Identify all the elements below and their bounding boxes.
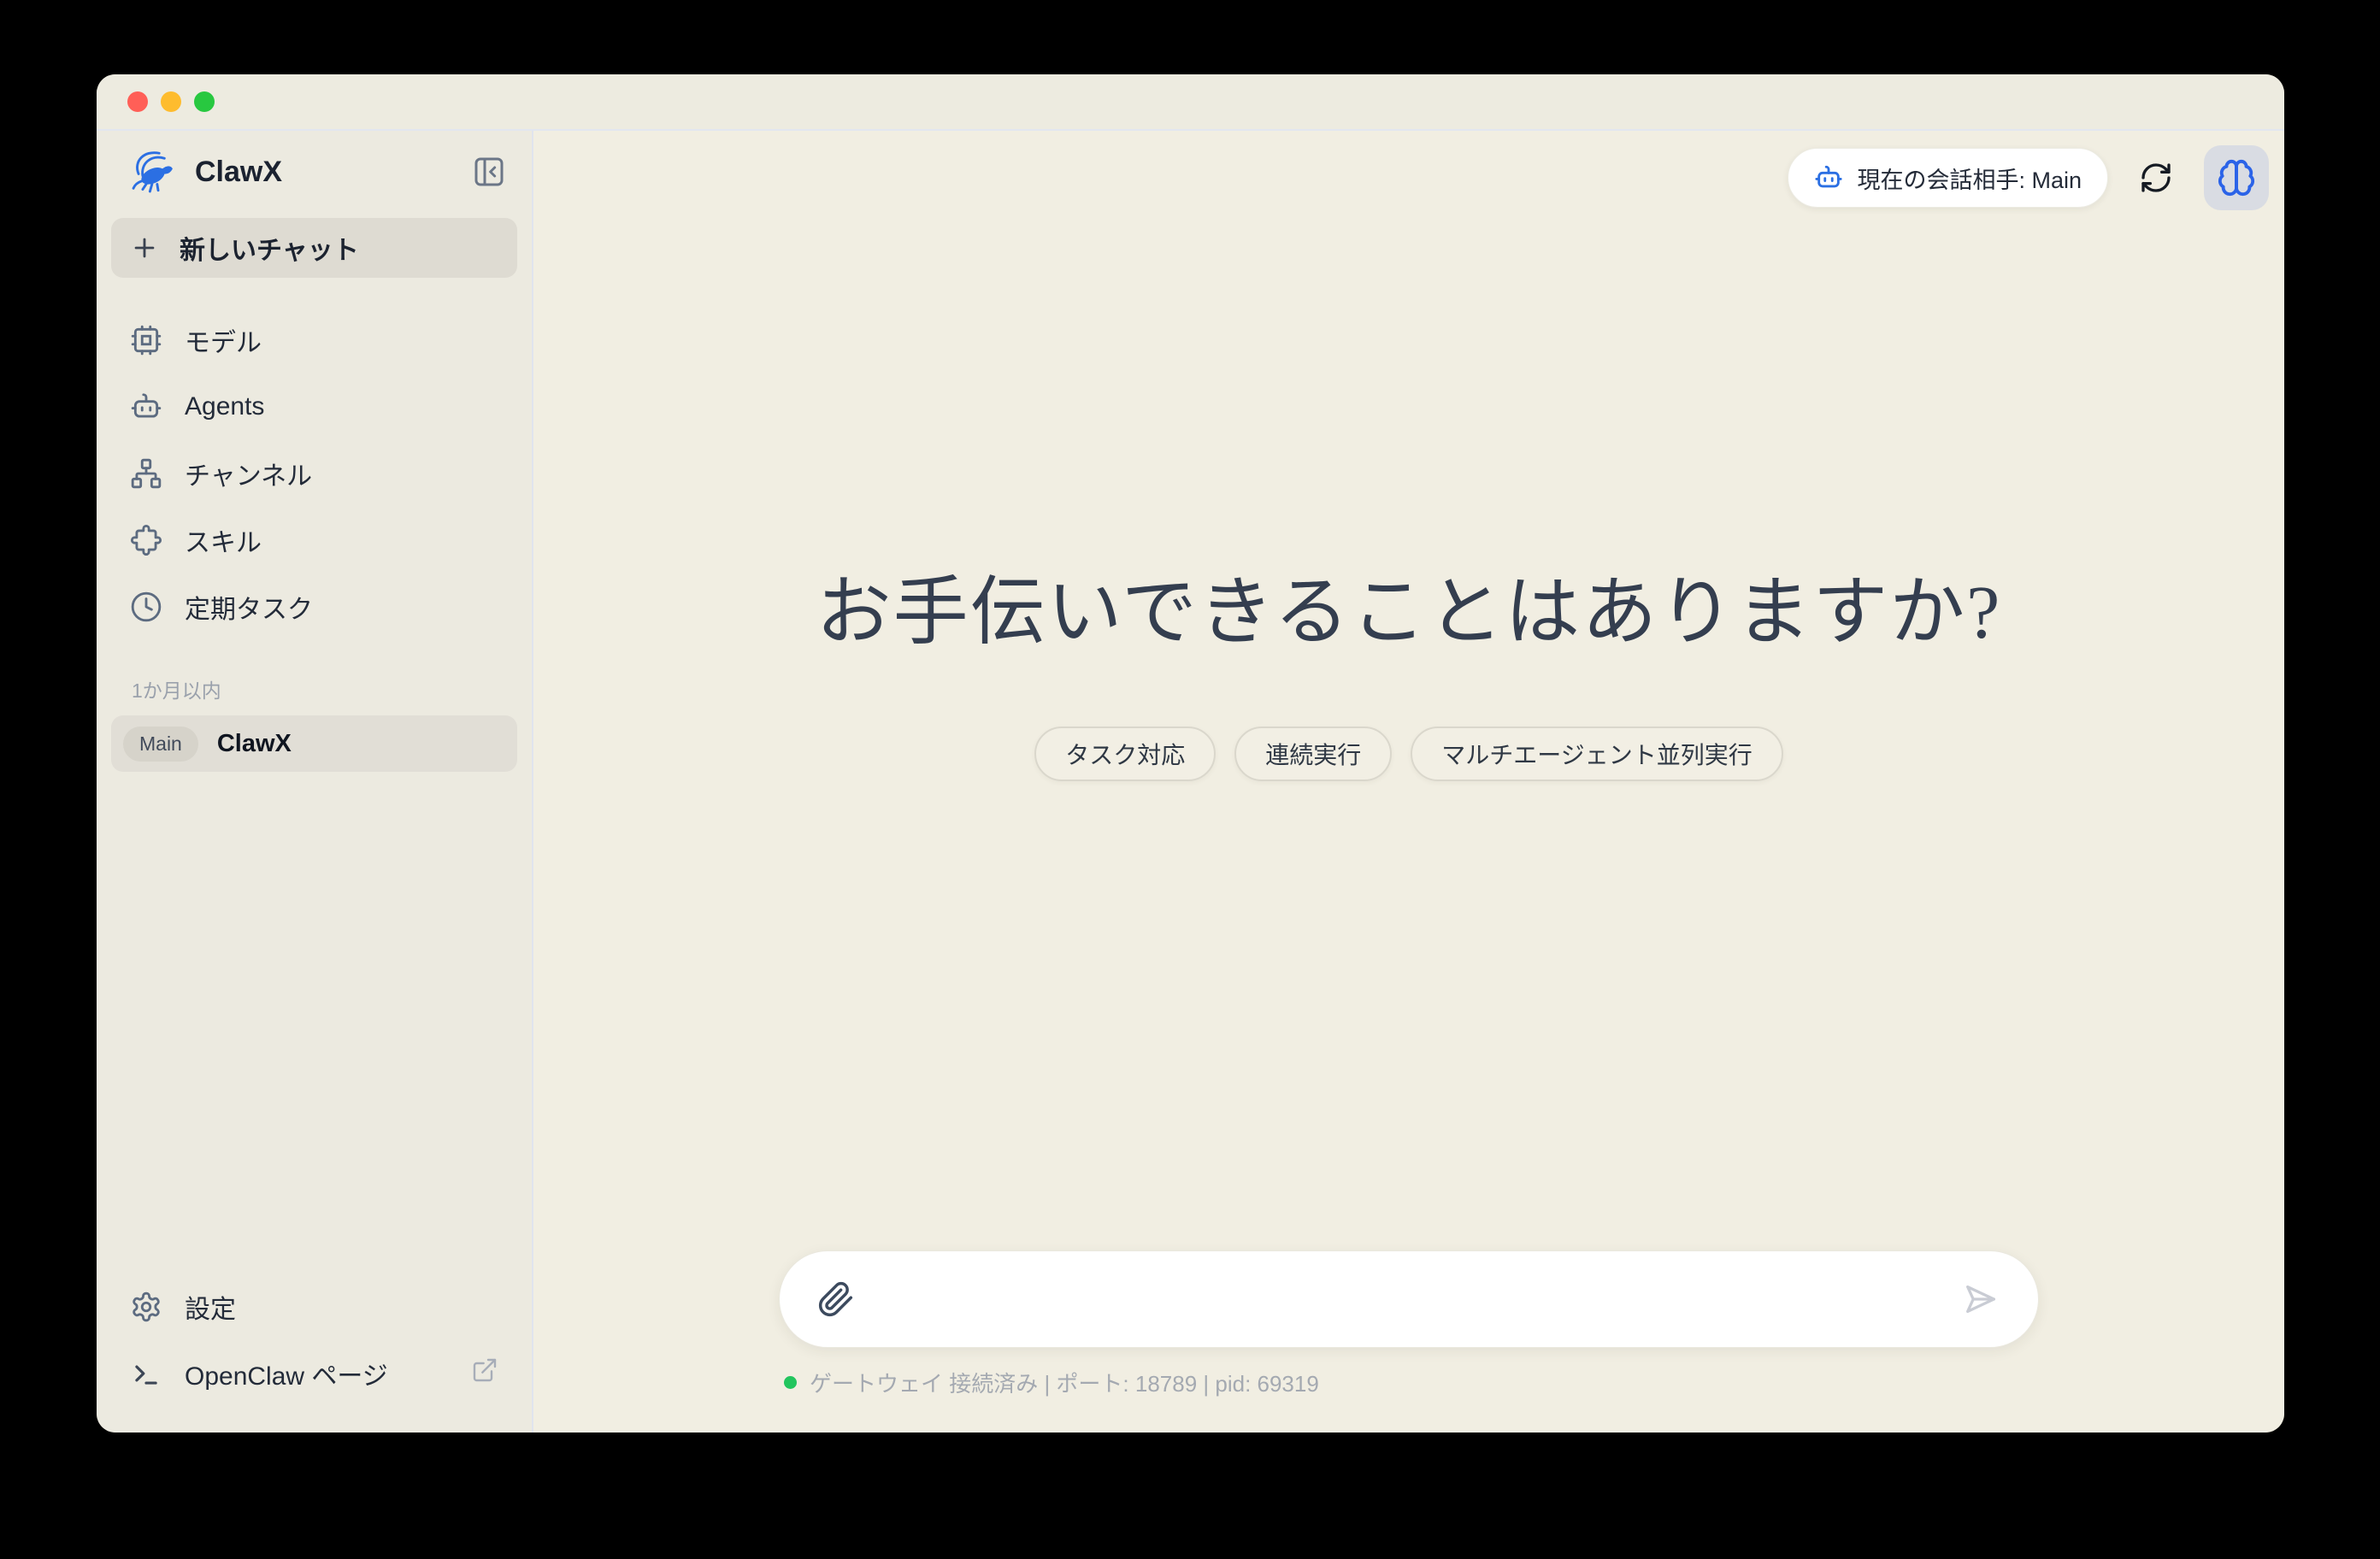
gear-icon — [130, 1291, 162, 1323]
puzzle-icon — [130, 524, 162, 556]
send-button[interactable] — [1961, 1280, 2000, 1319]
composer-area: ゲートウェイ 接続済み | ポート: 18789 | pid: 69319 — [533, 1250, 2284, 1433]
settings-label: 設定 — [185, 1288, 236, 1326]
clock-icon — [130, 591, 162, 623]
sidebar-header: ClawX — [111, 131, 517, 213]
suggestion-pills: タスク対応 連続実行 マルチエージェント並列実行 — [1034, 727, 1782, 781]
plus-icon — [130, 233, 159, 262]
close-window-button[interactable] — [127, 91, 148, 112]
desktop-background: ClawX 新しいチャット — [0, 0, 2380, 1559]
message-composer[interactable] — [779, 1250, 2039, 1348]
lobster-logo-icon — [128, 147, 178, 197]
suggestion-task-support[interactable]: タスク対応 — [1034, 727, 1216, 781]
suggestion-continuous-run[interactable]: 連続実行 — [1234, 727, 1392, 781]
hero-greeting: お手伝いできることはありますか? — [816, 551, 2002, 660]
minimize-window-button[interactable] — [161, 91, 181, 112]
history-item-title: ClawX — [217, 730, 292, 758]
message-input[interactable] — [875, 1251, 1941, 1347]
app-window: ClawX 新しいチャット — [97, 74, 2284, 1433]
robot-icon — [1814, 163, 1843, 192]
gateway-status-text: ゲートウェイ 接続済み | ポート: 18789 | pid: 69319 — [810, 1367, 1319, 1398]
new-chat-label: 新しいチャット — [180, 229, 359, 267]
sidebar-item-agents[interactable]: Agents — [111, 374, 517, 440]
refresh-button[interactable] — [2132, 154, 2180, 202]
conversation-badge-label: 現在の会話相手: Main — [1857, 162, 2082, 195]
panel-collapse-icon[interactable] — [469, 152, 509, 191]
gateway-status: ゲートウェイ 接続済み | ポート: 18789 | pid: 69319 — [779, 1367, 2039, 1398]
agent-badge: Main — [123, 727, 198, 762]
cpu-icon — [130, 324, 162, 356]
sidebar-item-label: モデル — [185, 321, 262, 359]
suggestion-multi-agent-parallel[interactable]: マルチエージェント並列実行 — [1411, 727, 1782, 781]
brain-icon — [2217, 158, 2256, 197]
app-title: ClawX — [195, 156, 452, 189]
current-conversation-badge[interactable]: 現在の会話相手: Main — [1788, 148, 2108, 208]
status-dot-icon — [784, 1376, 797, 1389]
sidebar-item-label: Agents — [185, 392, 264, 421]
sidebar: ClawX 新しいチャット — [97, 131, 533, 1433]
sidebar-item-label: スキル — [185, 521, 262, 559]
main-header: 現在の会話相手: Main — [533, 131, 2284, 210]
sidebar-item-label: 定期タスク — [185, 588, 313, 626]
new-chat-button[interactable]: 新しいチャット — [111, 218, 517, 278]
titlebar — [97, 74, 2284, 131]
send-icon — [1961, 1280, 2000, 1319]
network-icon — [130, 457, 162, 490]
zoom-window-button[interactable] — [194, 91, 215, 112]
history-item-main-clawx[interactable]: Main ClawX — [111, 715, 517, 772]
sidebar-item-label: チャンネル — [185, 455, 312, 492]
paperclip-icon — [817, 1280, 855, 1318]
terminal-icon — [130, 1357, 162, 1390]
sidebar-item-settings[interactable]: 設定 — [111, 1274, 517, 1340]
sidebar-item-models[interactable]: モデル — [111, 307, 517, 374]
sidebar-item-scheduled-tasks[interactable]: 定期タスク — [111, 574, 517, 640]
history-section-label: 1か月以内 — [132, 674, 517, 703]
refresh-icon — [2139, 161, 2173, 195]
sidebar-nav: モデル Agents チャンネル — [111, 307, 517, 640]
openclaw-page-label: OpenClaw ページ — [185, 1355, 388, 1392]
main-area: 現在の会話相手: Main — [533, 131, 2284, 1433]
brain-mode-button[interactable] — [2204, 145, 2269, 210]
sidebar-item-skills[interactable]: スキル — [111, 507, 517, 574]
sidebar-item-openclaw-page[interactable]: OpenClaw ページ — [111, 1340, 517, 1407]
robot-icon — [130, 391, 162, 423]
sidebar-item-channels[interactable]: チャンネル — [111, 440, 517, 507]
external-link-icon — [471, 1356, 498, 1391]
attach-file-button[interactable] — [817, 1280, 855, 1318]
